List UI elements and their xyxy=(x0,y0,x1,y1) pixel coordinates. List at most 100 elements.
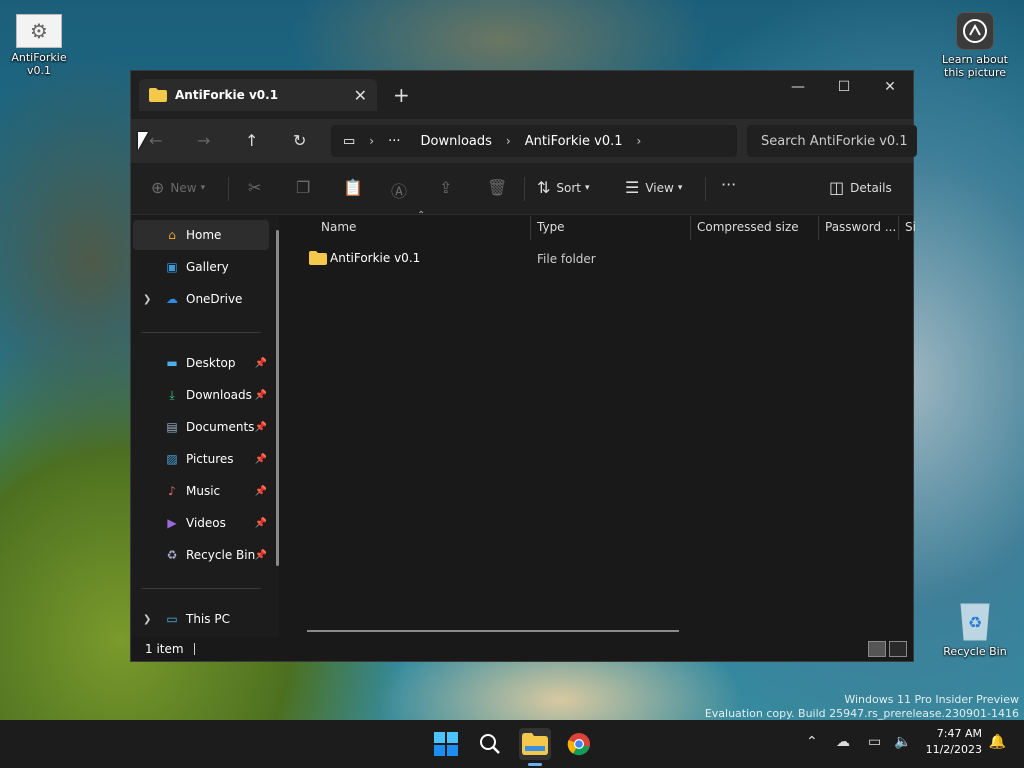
column-size[interactable]: Si xyxy=(905,220,916,234)
sidebar-item-home[interactable]: ⌂ Home xyxy=(133,220,269,250)
pin-icon[interactable]: 📌 xyxy=(255,486,267,497)
copy-icon[interactable]: ❐ xyxy=(296,178,316,197)
search-input[interactable]: Search AntiForkie v0.1 xyxy=(747,125,917,157)
cut-icon[interactable]: ✂ xyxy=(248,178,267,197)
pin-icon[interactable]: 📌 xyxy=(255,358,267,369)
details-view-icon[interactable] xyxy=(868,641,886,657)
breadcrumb[interactable]: ▭ › ··· Downloads › AntiForkie v0.1 › xyxy=(331,125,737,157)
pin-icon[interactable]: 📌 xyxy=(255,390,267,401)
sidebar-item-gallery[interactable]: ▣ Gallery xyxy=(133,252,269,282)
close-window-button[interactable]: ✕ xyxy=(867,71,913,103)
sidebar-item-label: Videos xyxy=(186,516,226,530)
chevron-right-icon[interactable]: ❯ xyxy=(143,294,151,305)
sidebar-item-music[interactable]: ♪ Music 📌 xyxy=(133,476,269,506)
sidebar-item-this-pc[interactable]: ❯ ▭ This PC xyxy=(133,604,269,634)
pin-icon[interactable]: 📌 xyxy=(255,422,267,433)
breadcrumb-downloads[interactable]: Downloads xyxy=(421,134,492,149)
sidebar-item-label: Downloads xyxy=(186,388,252,402)
tab-antiforkie[interactable]: AntiForkie v0.1 ✕ xyxy=(139,79,377,111)
minimize-button[interactable]: — xyxy=(775,71,821,103)
up-button[interactable]: ↑ xyxy=(245,131,258,150)
music-icon: ♪ xyxy=(168,484,176,498)
file-name: AntiForkie v0.1 xyxy=(330,251,421,265)
sidebar-item-onedrive[interactable]: ❯ ☁ OneDrive xyxy=(133,284,269,314)
search-icon[interactable] xyxy=(474,728,506,760)
sidebar-item-documents[interactable]: ▤ Documents 📌 xyxy=(133,412,269,442)
recycle-bin-icon: ♻ xyxy=(166,548,178,562)
command-bar: ⊕ New ▾ ✂ ❐ 📋 Ⓐ ⇪ 🗑 ⇅ Sort ▾ ☰ View ▾ ··… xyxy=(131,163,913,215)
delete-icon[interactable]: 🗑 xyxy=(487,178,513,197)
view-button[interactable]: ☰ View ▾ xyxy=(625,178,682,197)
volume-icon[interactable]: 🔈 xyxy=(894,734,911,750)
sort-button[interactable]: ⇅ Sort ▾ xyxy=(537,178,590,197)
date: 11/2/2023 xyxy=(925,743,982,756)
breadcrumb-more[interactable]: ··· xyxy=(388,134,400,149)
chevron-up-icon[interactable]: ⌃ xyxy=(806,734,818,750)
sidebar-item-recycle-bin[interactable]: ♻ Recycle Bin 📌 xyxy=(133,540,269,570)
desktop-icon-learn-about-picture[interactable]: Learn about this picture xyxy=(935,12,1015,79)
sort-label: Sort xyxy=(556,180,582,195)
content-area: ⌂ Home ▣ Gallery ❯ ☁ OneDrive ▬ Desktop … xyxy=(131,210,916,637)
refresh-button[interactable]: ↻ xyxy=(293,131,306,150)
horizontal-scrollbar[interactable] xyxy=(307,630,679,632)
back-button[interactable]: ← xyxy=(149,131,162,150)
column-name[interactable]: Name xyxy=(321,220,356,234)
start-button[interactable] xyxy=(430,728,462,760)
plus-circle-icon: ⊕ xyxy=(151,178,165,197)
item-count: 1 item xyxy=(145,642,184,656)
gear-icon: ⚙ xyxy=(16,14,62,48)
table-row[interactable]: AntiForkie v0.1 File folder xyxy=(289,249,913,269)
watermark-line1: Windows 11 Pro Insider Preview xyxy=(844,693,1019,706)
sort-ascending-icon: ⌃ xyxy=(417,210,426,221)
details-button[interactable]: ◫ Details xyxy=(829,178,892,197)
monitor-icon[interactable]: ▭ xyxy=(343,134,355,149)
close-tab-icon[interactable]: ✕ xyxy=(354,86,367,105)
desktop-icon-antiforkie[interactable]: ⚙ AntiForkie v0.1 xyxy=(0,14,79,77)
pin-icon[interactable]: 📌 xyxy=(255,454,267,465)
sidebar-item-desktop[interactable]: ▬ Desktop 📌 xyxy=(133,348,269,378)
sidebar-item-label: This PC xyxy=(186,612,230,626)
share-icon[interactable]: ⇪ xyxy=(439,178,458,197)
rename-icon[interactable]: Ⓐ xyxy=(391,178,413,202)
forward-button[interactable]: → xyxy=(197,131,210,150)
chevron-right-icon[interactable]: ❯ xyxy=(143,614,151,625)
sidebar-item-videos[interactable]: ▶ Videos 📌 xyxy=(133,508,269,538)
file-explorer-taskbar-button[interactable] xyxy=(519,728,551,760)
notification-bell-icon[interactable]: 🔔 xyxy=(989,734,1006,750)
desktop-icon-recycle-bin[interactable]: ♻ Recycle Bin xyxy=(935,598,1015,658)
sidebar-item-pictures[interactable]: ▨ Pictures 📌 xyxy=(133,444,269,474)
sidebar-scrollbar[interactable] xyxy=(276,230,279,566)
view-list-icon: ☰ xyxy=(625,178,640,197)
thumbnail-view-icon[interactable] xyxy=(889,641,907,657)
clock[interactable]: 7:47 AM 11/2/2023 xyxy=(926,726,982,758)
chevron-right-icon: › xyxy=(636,134,642,148)
more-options-button[interactable]: ··· xyxy=(721,175,736,194)
chrome-icon[interactable] xyxy=(563,728,595,760)
chevron-right-icon: › xyxy=(505,134,511,148)
title-bar: AntiForkie v0.1 ✕ + — ☐ ✕ xyxy=(131,71,913,119)
folder-icon xyxy=(309,251,327,265)
new-tab-button[interactable]: + xyxy=(393,83,410,107)
sort-icon: ⇅ xyxy=(537,178,551,197)
onedrive-icon[interactable]: ☁ xyxy=(836,734,850,750)
maximize-button[interactable]: ☐ xyxy=(821,71,867,103)
sidebar-item-label: Desktop xyxy=(186,356,236,370)
network-icon[interactable]: ▭ xyxy=(868,734,881,750)
gallery-icon: ▣ xyxy=(166,260,178,274)
paste-icon[interactable]: 📋 xyxy=(343,178,369,197)
sidebar-item-downloads[interactable]: ⤓ Downloads 📌 xyxy=(133,380,269,410)
new-label: New xyxy=(170,180,197,195)
desktop-icon-label: Learn about this picture xyxy=(942,53,1008,79)
column-compressed-size[interactable]: Compressed size xyxy=(697,220,799,234)
breadcrumb-antiforkie[interactable]: AntiForkie v0.1 xyxy=(525,134,623,149)
pin-icon[interactable]: 📌 xyxy=(255,550,267,561)
pin-icon[interactable]: 📌 xyxy=(255,518,267,529)
column-type[interactable]: Type xyxy=(537,220,565,234)
video-icon: ▶ xyxy=(167,516,177,530)
desktop-icon-label: AntiForkie v0.1 xyxy=(11,51,67,77)
new-button[interactable]: ⊕ New ▾ xyxy=(151,178,205,197)
status-bar: 1 item xyxy=(131,637,913,661)
details-pane-icon: ◫ xyxy=(829,178,845,197)
column-password[interactable]: Password ... xyxy=(825,220,896,234)
navigation-pane: ⌂ Home ▣ Gallery ❯ ☁ OneDrive ▬ Desktop … xyxy=(131,216,279,637)
